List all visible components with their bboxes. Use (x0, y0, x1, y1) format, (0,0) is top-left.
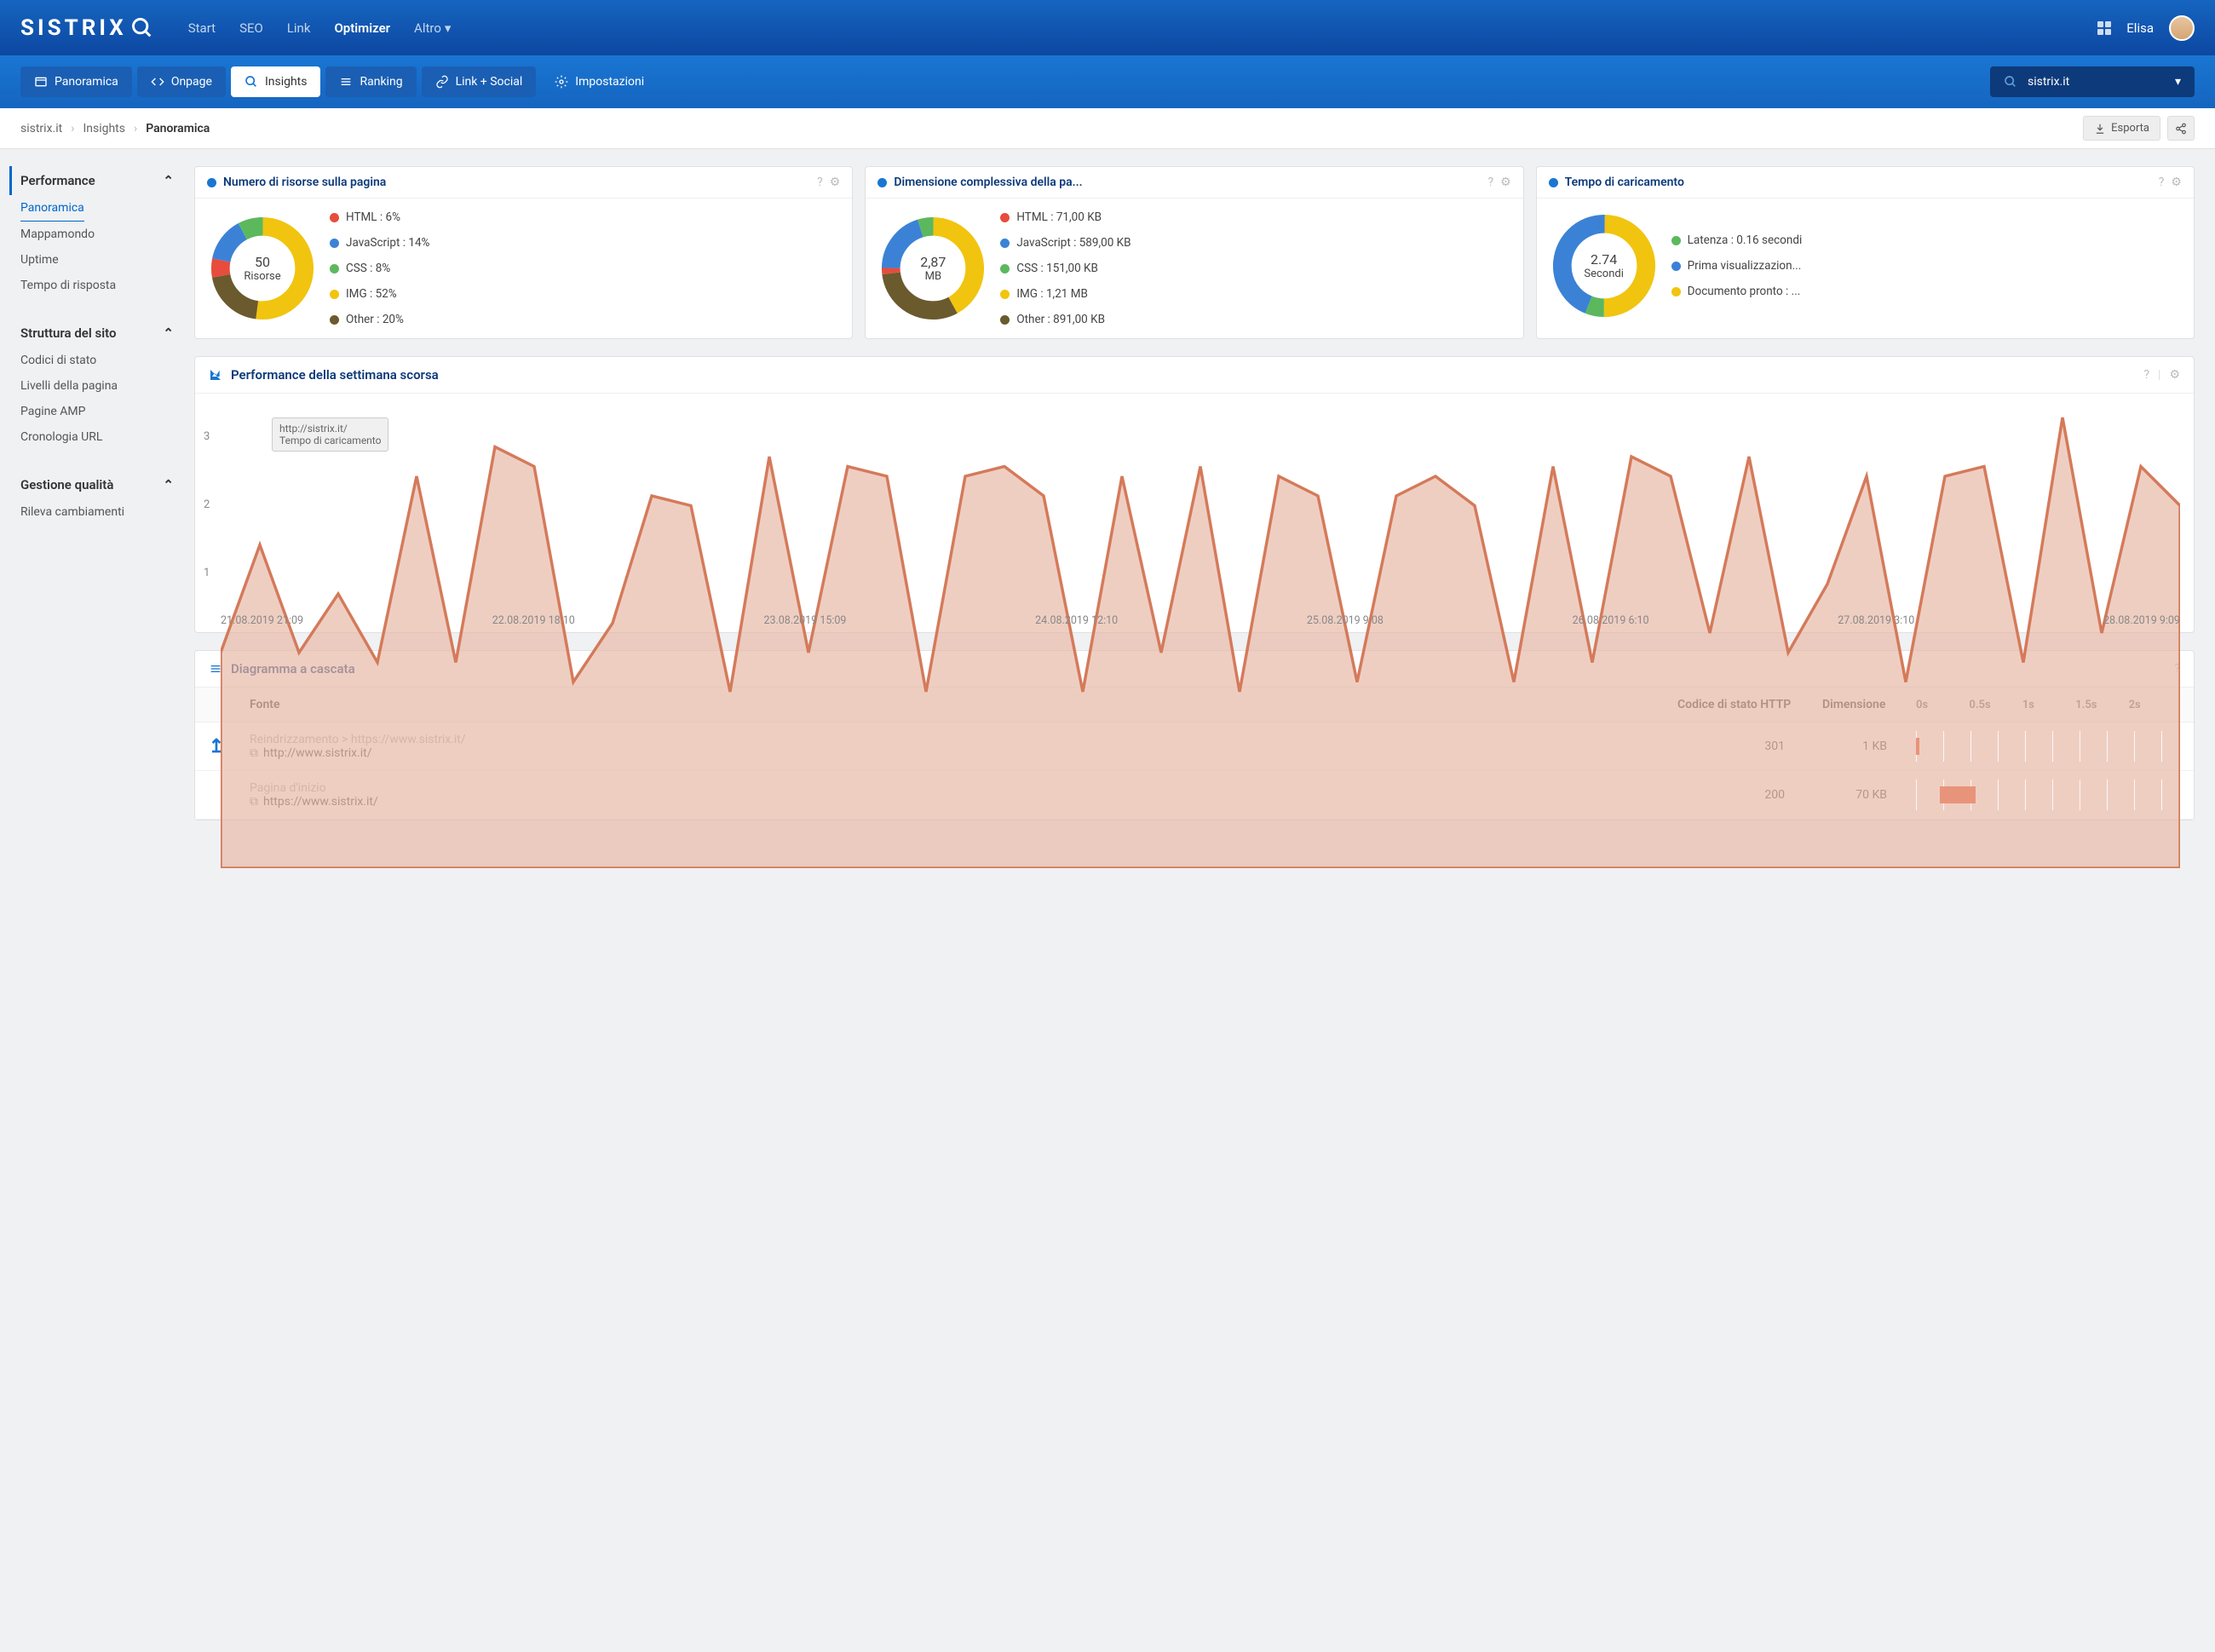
tab-panoramica[interactable]: Panoramica (20, 66, 132, 97)
dot-icon (877, 178, 887, 187)
area-chart-svg (221, 398, 2180, 868)
sidebar-item-codici[interactable]: Codici di stato (20, 348, 174, 373)
nav-optimizer[interactable]: Optimizer (334, 20, 390, 36)
legend-item: CSS : 151,00 KB (1000, 262, 1510, 275)
legend-item: Other : 891,00 KB (1000, 313, 1510, 326)
help-icon[interactable]: ? (1487, 176, 1493, 189)
avatar[interactable] (2169, 15, 2195, 41)
sidebar-item-rileva[interactable]: Rileva cambiamenti (20, 499, 174, 525)
nav-seo[interactable]: SEO (239, 20, 263, 36)
help-icon[interactable]: ? (2143, 368, 2149, 382)
nav-link[interactable]: Link (287, 20, 311, 36)
user-name[interactable]: Elisa (2126, 20, 2154, 36)
card-load-time: Tempo di caricamento ?⚙ 2.74Secondi Late… (1536, 166, 2195, 339)
subbar: Panoramica Onpage Insights Ranking Link … (0, 55, 2215, 108)
nav-start[interactable]: Start (188, 20, 216, 36)
tab-linksocial[interactable]: Link + Social (422, 66, 537, 97)
card-size: Dimensione complessiva della pa... ?⚙ 2,… (865, 166, 1523, 339)
logo[interactable]: SISTRIX (20, 15, 154, 41)
sidebar: Performance⌃ Panoramica Mappamondo Uptim… (20, 166, 174, 838)
legend-item: Documento pronto : ... (1671, 285, 2182, 298)
chevron-up-icon: ⌃ (163, 477, 174, 492)
gear-icon[interactable]: ⚙ (1500, 176, 1511, 189)
help-icon[interactable]: ? (2159, 176, 2165, 189)
topbar: SISTRIX Start SEO Link Optimizer Altro▾ … (0, 0, 2215, 55)
chevron-right-icon: › (134, 122, 137, 135)
share-icon (2175, 123, 2187, 135)
tab-impostazioni[interactable]: Impostazioni (541, 66, 658, 97)
chevron-up-icon: ⌃ (163, 173, 174, 188)
legend-item: JavaScript : 14% (330, 236, 840, 250)
performance-panel: Performance della settimana scorsa ?|⚙ 3… (194, 356, 2195, 633)
tab-ranking[interactable]: Ranking (325, 66, 416, 97)
legend-item: JavaScript : 589,00 KB (1000, 236, 1510, 250)
chevron-right-icon: › (71, 122, 74, 135)
chevron-down-icon: ▾ (445, 20, 452, 36)
sidebar-item-tempo[interactable]: Tempo di risposta (20, 273, 174, 298)
crumb-page: Panoramica (146, 122, 210, 135)
download-icon (2094, 123, 2106, 135)
sidebar-item-livelli[interactable]: Livelli della pagina (20, 373, 174, 399)
gear-icon[interactable]: ⚙ (2171, 176, 2182, 189)
area-chart-icon (209, 368, 222, 382)
legend-item: CSS : 8% (330, 262, 840, 275)
tab-insights[interactable]: Insights (231, 66, 321, 97)
legend-item: Prima visualizzazion... (1671, 259, 2182, 273)
share-button[interactable] (2167, 116, 2195, 141)
legend-item: IMG : 52% (330, 287, 840, 301)
search-icon (130, 16, 154, 40)
crumb-section[interactable]: Insights (83, 122, 125, 135)
search-icon (2004, 75, 2017, 89)
top-nav: Start SEO Link Optimizer Altro▾ (188, 20, 452, 36)
sidebar-item-amp[interactable]: Pagine AMP (20, 399, 174, 424)
help-icon[interactable]: ? (817, 176, 823, 189)
dot-icon (207, 178, 216, 187)
legend-item: Other : 20% (330, 313, 840, 326)
sidebar-item-cronologia[interactable]: Cronologia URL (20, 424, 174, 450)
nav-altro[interactable]: Altro▾ (414, 20, 451, 36)
sidebar-header-qualita[interactable]: Gestione qualità⌃ (9, 470, 174, 499)
crumb-domain[interactable]: sistrix.it (20, 122, 62, 135)
legend-item: IMG : 1,21 MB (1000, 287, 1510, 301)
chart-tooltip: http://sistrix.it/ Tempo di caricamento (272, 417, 388, 452)
sidebar-item-uptime[interactable]: Uptime (20, 247, 174, 273)
apps-icon[interactable] (2097, 21, 2111, 35)
chevron-up-icon: ⌃ (163, 325, 174, 341)
sidebar-item-mappamondo[interactable]: Mappamondo (20, 222, 174, 247)
legend-item: HTML : 6% (330, 210, 840, 224)
domain-select[interactable]: sistrix.it ▾ (1990, 66, 2195, 97)
dot-icon (1549, 178, 1558, 187)
tab-onpage[interactable]: Onpage (137, 66, 226, 97)
legend-item: Latenza : 0.16 secondi (1671, 233, 2182, 247)
sidebar-item-panoramica[interactable]: Panoramica (20, 195, 84, 222)
export-button[interactable]: Esporta (2083, 116, 2160, 141)
gear-icon[interactable]: ⚙ (2169, 368, 2180, 382)
gear-icon[interactable]: ⚙ (830, 176, 841, 189)
sidebar-header-struttura[interactable]: Struttura del sito⌃ (9, 319, 174, 348)
chevron-down-icon: ▾ (2175, 75, 2181, 89)
breadcrumb-bar: sistrix.it › Insights › Panoramica Espor… (0, 108, 2215, 149)
legend-item: HTML : 71,00 KB (1000, 210, 1510, 224)
card-resources: Numero di risorse sulla pagina ?⚙ 50Riso… (194, 166, 853, 339)
area-chart[interactable]: 3 2 1 http://sistrix.it/ Tempo di carica… (195, 394, 2194, 632)
sidebar-header-performance[interactable]: Performance⌃ (9, 166, 174, 195)
